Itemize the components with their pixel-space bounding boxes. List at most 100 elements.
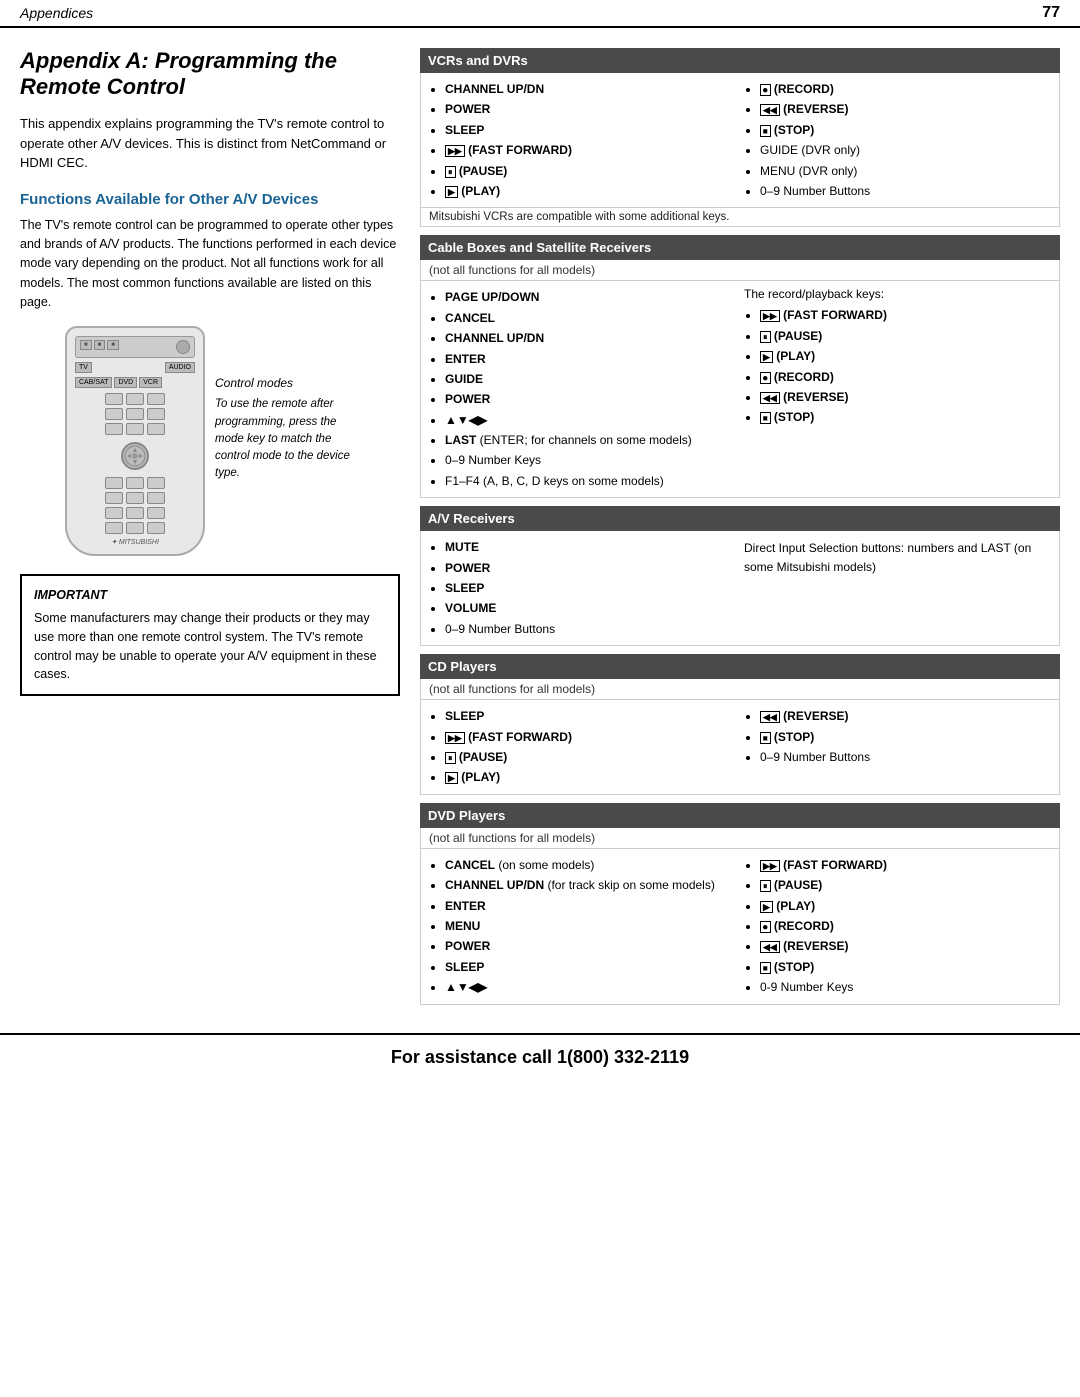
list-item: SLEEP <box>445 578 736 598</box>
list-item: F1–F4 (A, B, C, D keys on some models) <box>445 471 736 491</box>
list-item: POWER <box>445 99 736 119</box>
list-item: SLEEP <box>445 120 736 140</box>
important-text: Some manufacturers may change their prod… <box>34 611 377 681</box>
remote-btn-4[interactable] <box>105 408 123 420</box>
dvd-mode-btn[interactable]: DVD <box>114 377 137 388</box>
list-item: ⏺ (RECORD) <box>760 79 1051 99</box>
list-item: ENTER <box>445 896 736 916</box>
list-item: VOLUME <box>445 598 736 618</box>
list-item: CANCEL (on some models) <box>445 855 736 875</box>
list-item: ⏹ (STOP) <box>760 407 1051 427</box>
list-item: ◀◀ (REVERSE) <box>760 706 1051 726</box>
list-item: MENU (DVR only) <box>760 161 1051 181</box>
list-item: GUIDE <box>445 369 736 389</box>
page-header: Appendices 77 <box>0 0 1080 28</box>
mitsubishi-logo: ✦ MITSUBISHI <box>75 538 195 546</box>
list-item: ⏸ (PAUSE) <box>760 875 1051 895</box>
list-item: CANCEL <box>445 308 736 328</box>
content-wrapper: Appendix A: Programming the Remote Contr… <box>0 28 1080 1023</box>
list-item: 0–9 Number Buttons <box>760 181 1051 201</box>
cd-players-body: SLEEP ▶▶ (FAST FORWARD) ⏸ (PAUSE) ▶ (PLA… <box>420 700 1060 795</box>
remote-btn-14[interactable] <box>126 492 144 504</box>
important-label: IMPORTANT <box>34 586 386 605</box>
av-receivers-col2: Direct Input Selection buttons: numbers … <box>744 537 1051 639</box>
remote-btn-8[interactable] <box>126 423 144 435</box>
av-receivers-section: A/V Receivers MUTE POWER SLEEP VOLUME 0–… <box>420 506 1060 646</box>
tv-mode-btn[interactable]: TV <box>75 362 92 373</box>
cable-boxes-col1: PAGE UP/DOWN CANCEL CHANNEL UP/DN ENTER … <box>429 287 736 491</box>
list-item: SLEEP <box>445 706 736 726</box>
list-item: CHANNEL UP/DN <box>445 79 736 99</box>
remote-btn-10[interactable] <box>105 477 123 489</box>
list-item: GUIDE (DVR only) <box>760 140 1051 160</box>
remote-btn-3[interactable] <box>147 393 165 405</box>
important-box: IMPORTANT Some manufacturers may change … <box>20 574 400 696</box>
list-item: CHANNEL UP/DN (for track skip on some mo… <box>445 875 736 895</box>
cd-players-subheader: (not all functions for all models) <box>420 679 1060 700</box>
vcrs-dvrs-note: Mitsubishi VCRs are compatible with some… <box>420 208 1060 227</box>
remote-btn-1[interactable] <box>105 393 123 405</box>
remote-btn-5[interactable] <box>126 408 144 420</box>
cable-boxes-col2: The record/playback keys: ▶▶ (FAST FORWA… <box>744 287 1051 491</box>
list-item: ⏹ (STOP) <box>760 957 1051 977</box>
footer-text: For assistance call 1(800) 332-2119 <box>391 1047 689 1067</box>
list-item: ▶ (PLAY) <box>445 181 736 201</box>
list-item: LAST (ENTER; for channels on some models… <box>445 430 736 450</box>
dvd-players-section: DVD Players (not all functions for all m… <box>420 803 1060 1005</box>
remote-btn-12[interactable] <box>147 477 165 489</box>
functions-body: The TV's remote control can be programme… <box>20 216 400 313</box>
av-receivers-col2-text: Direct Input Selection buttons: numbers … <box>744 541 1031 574</box>
page-footer: For assistance call 1(800) 332-2119 <box>0 1033 1080 1080</box>
audio-mode-btn[interactable]: AUDIO <box>165 362 195 373</box>
remote-btn-16[interactable] <box>105 507 123 519</box>
list-item: ⏸ (PAUSE) <box>445 747 736 767</box>
list-item: ▲▼◀▶ <box>445 977 736 997</box>
remote-nav-circle[interactable] <box>121 442 149 470</box>
dvd-players-subheader: (not all functions for all models) <box>420 828 1060 849</box>
cabsat-mode-btn[interactable]: CAB/SAT <box>75 377 112 388</box>
remote-btn-21[interactable] <box>147 522 165 534</box>
cable-boxes-section: Cable Boxes and Satellite Receivers (not… <box>420 235 1060 498</box>
remote-btn-2[interactable] <box>126 393 144 405</box>
left-column: Appendix A: Programming the Remote Contr… <box>20 48 400 1013</box>
list-item: ▶▶ (FAST FORWARD) <box>760 305 1051 325</box>
remote-btn-17[interactable] <box>126 507 144 519</box>
remote-btn-9[interactable] <box>147 423 165 435</box>
header-title: Appendices <box>20 5 93 21</box>
list-item: ▶▶ (FAST FORWARD) <box>445 727 736 747</box>
list-item: ⏺ (RECORD) <box>760 367 1051 387</box>
vcrs-dvrs-body: CHANNEL UP/DN POWER SLEEP ▶▶ (FAST FORWA… <box>420 73 1060 208</box>
remote-btn-19[interactable] <box>105 522 123 534</box>
list-item: POWER <box>445 936 736 956</box>
vcrs-dvrs-col2: ⏺ (RECORD) ◀◀ (REVERSE) ⏹ (STOP) GUIDE (… <box>744 79 1051 201</box>
list-item: POWER <box>445 389 736 409</box>
vcrs-dvrs-section: VCRs and DVRs CHANNEL UP/DN POWER SLEEP … <box>420 48 1060 227</box>
control-modes-label: Control modes <box>215 376 355 390</box>
remote-btn-18[interactable] <box>147 507 165 519</box>
list-item: ⏺ (RECORD) <box>760 916 1051 936</box>
functions-heading: Functions Available for Other A/V Device… <box>20 191 400 208</box>
remote-btn-6[interactable] <box>147 408 165 420</box>
remote-image-container: ■ ■ ■ TV AUDIO CAB/SAT DVD VCR <box>20 326 400 556</box>
list-item: CHANNEL UP/DN <box>445 328 736 348</box>
dvd-players-body: CANCEL (on some models) CHANNEL UP/DN (f… <box>420 849 1060 1005</box>
list-item: PAGE UP/DOWN <box>445 287 736 307</box>
dvd-players-header: DVD Players <box>420 803 1060 828</box>
vcr-mode-btn[interactable]: VCR <box>139 377 162 388</box>
list-item: ▲▼◀▶ <box>445 410 736 430</box>
av-receivers-body: MUTE POWER SLEEP VOLUME 0–9 Number Butto… <box>420 531 1060 646</box>
remote-btn-11[interactable] <box>126 477 144 489</box>
av-receivers-col1: MUTE POWER SLEEP VOLUME 0–9 Number Butto… <box>429 537 736 639</box>
right-column: VCRs and DVRs CHANNEL UP/DN POWER SLEEP … <box>420 48 1060 1013</box>
list-item: ◀◀ (REVERSE) <box>760 99 1051 119</box>
vcrs-dvrs-col1: CHANNEL UP/DN POWER SLEEP ▶▶ (FAST FORWA… <box>429 79 736 201</box>
remote-btn-7[interactable] <box>105 423 123 435</box>
cable-boxes-subheader: (not all functions for all models) <box>420 260 1060 281</box>
cd-players-col1: SLEEP ▶▶ (FAST FORWARD) ⏸ (PAUSE) ▶ (PLA… <box>429 706 736 788</box>
list-item: 0-9 Number Keys <box>760 977 1051 997</box>
remote-btn-15[interactable] <box>147 492 165 504</box>
list-item: 0–9 Number Buttons <box>760 747 1051 767</box>
remote-btn-20[interactable] <box>126 522 144 534</box>
page-title: Appendix A: Programming the Remote Contr… <box>20 48 400 100</box>
remote-btn-13[interactable] <box>105 492 123 504</box>
